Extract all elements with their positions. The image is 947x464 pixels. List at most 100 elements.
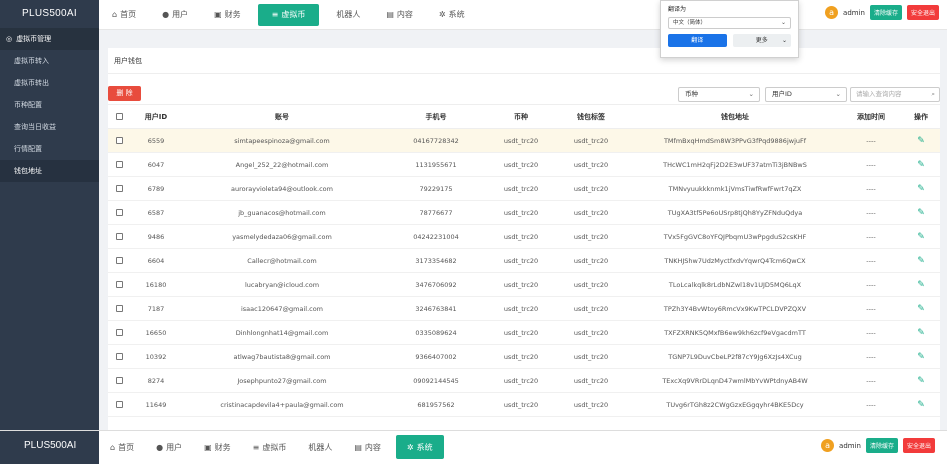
nav-label: 系统: [416, 442, 433, 452]
bottom-nav-users[interactable]: ● 用户: [145, 434, 193, 460]
row-checkbox[interactable]: [108, 344, 130, 369]
cell-wallet-address: TExcXq9VRrDLqnD47wmlMbYvWPtdnyAB4W: [630, 368, 840, 393]
cell-phone: 9366407002: [382, 344, 490, 369]
cell-added-time: ----: [840, 344, 902, 369]
avatar[interactable]: a: [825, 6, 839, 19]
cell-phone: 3476706092: [382, 272, 490, 297]
edit-icon[interactable]: ✎: [902, 392, 940, 417]
cell-account: Angel_252_22@hotmail.com: [182, 152, 382, 177]
cell-coin: usdt_trc20: [490, 152, 552, 177]
nav-label: 虚拟币: [281, 10, 306, 19]
cell-user-id: 11649: [130, 392, 182, 417]
nav-label: 机器人: [308, 442, 333, 452]
edit-icon[interactable]: ✎: [902, 176, 940, 201]
cell-added-time: ----: [840, 296, 902, 321]
username[interactable]: admin: [839, 442, 861, 450]
cell-coin: usdt_trc20: [490, 224, 552, 249]
sidebar-item-market-config[interactable]: 行情配置: [0, 138, 99, 160]
table-row: 6789 aurorayvioleta94@outlook.com 79229175…: [108, 176, 940, 201]
wallet-table: 用户ID 账号 手机号 币种 钱包标签 钱包地址 添加时间 操作 6559 sim…: [108, 104, 940, 417]
edit-icon[interactable]: ✎: [902, 272, 940, 297]
cell-wallet-tag: usdt_trc20: [552, 320, 630, 345]
edit-icon[interactable]: ✎: [902, 128, 940, 153]
row-checkbox[interactable]: [108, 296, 130, 321]
field-select-value: 用户ID: [772, 90, 792, 98]
logout-button[interactable]: 安全退出: [902, 438, 935, 453]
cell-coin: usdt_trc20: [490, 176, 552, 201]
currency-select[interactable]: 币种 ⌄: [678, 87, 760, 102]
cell-coin: usdt_trc20: [490, 392, 552, 417]
bottom-nav-system[interactable]: ✲ 系统: [395, 435, 444, 459]
row-checkbox[interactable]: [108, 320, 130, 345]
clear-cache-button[interactable]: 清除缓存: [865, 438, 898, 453]
cell-user-id: 7187: [130, 296, 182, 321]
cell-coin: usdt_trc20: [490, 320, 552, 345]
cell-user-id: 10392: [130, 344, 182, 369]
nav-virtual-currency[interactable]: ≡ 虚拟币: [257, 3, 320, 26]
sidebar-item-wallet-address[interactable]: 钱包地址: [0, 160, 99, 182]
delete-button[interactable]: 删 除: [108, 86, 141, 101]
row-checkbox[interactable]: [108, 152, 130, 177]
search-icon[interactable]: ⌕: [931, 88, 935, 101]
row-checkbox[interactable]: [108, 224, 130, 249]
translate-button[interactable]: 翻译: [668, 34, 727, 47]
edit-icon[interactable]: ✎: [902, 368, 940, 393]
home-icon: ⌂: [112, 10, 118, 19]
row-checkbox[interactable]: [108, 272, 130, 297]
nav-users[interactable]: ● 用户: [149, 0, 201, 30]
sidebar-item-withdraw[interactable]: 虚拟币转出: [0, 72, 99, 94]
translate-more-label: 更多: [755, 37, 768, 44]
nav-system[interactable]: ✲ 系统: [426, 0, 478, 30]
nav-home[interactable]: ⌂ 首页: [99, 0, 149, 30]
sidebar-item-currency-config[interactable]: 币种配置: [0, 94, 99, 116]
cell-wallet-tag: usdt_trc20: [552, 272, 630, 297]
table-row: 8274 Josephpunto27@gmail.com 09092144545 us…: [108, 368, 940, 393]
translate-language-select[interactable]: 中文（简体） ⌄: [668, 17, 791, 29]
nav-finance[interactable]: ▣ 财务: [201, 0, 254, 30]
logout-button[interactable]: 安全退出: [906, 5, 939, 20]
cell-wallet-tag: usdt_trc20: [552, 392, 630, 417]
header-phone: 手机号: [382, 104, 490, 129]
sidebar-group-virtual-currency[interactable]: ◎ 虚拟币管理: [0, 28, 99, 50]
bottom-nav-finance[interactable]: ▣ 财务: [193, 434, 242, 460]
bottom-nav-home[interactable]: ⌂ 首页: [99, 434, 145, 460]
table-row: 6587 jb_guanacos@hotmail.com 78776677 usdt_…: [108, 200, 940, 225]
select-all-checkbox[interactable]: [108, 104, 130, 129]
bottom-nav-robot[interactable]: 机器人: [297, 434, 343, 460]
nav-label: 内容: [364, 442, 381, 452]
currency-select-value: 币种: [685, 90, 698, 98]
row-checkbox[interactable]: [108, 128, 130, 153]
nav-robot[interactable]: 机器人: [323, 0, 373, 30]
edit-icon[interactable]: ✎: [902, 248, 940, 273]
translate-language-value: 中文（简体）: [673, 20, 707, 26]
header-account: 账号: [182, 104, 382, 129]
edit-icon[interactable]: ✎: [902, 320, 940, 345]
edit-icon[interactable]: ✎: [902, 200, 940, 225]
edit-icon[interactable]: ✎: [902, 296, 940, 321]
cell-added-time: ----: [840, 272, 902, 297]
row-checkbox[interactable]: [108, 392, 130, 417]
cell-account: atlwag7bautista8@gmail.com: [182, 344, 382, 369]
edit-icon[interactable]: ✎: [902, 152, 940, 177]
sidebar-item-daily-earnings[interactable]: 查询当日收益: [0, 116, 99, 138]
search-input[interactable]: 请输入查询内容 ⌕: [850, 87, 940, 102]
edit-icon[interactable]: ✎: [902, 224, 940, 249]
table-row: 16180 lucabryan@icloud.com 3476706092 usdt_…: [108, 272, 940, 297]
bottom-nav-virtual-currency[interactable]: ≡ 虚拟币: [242, 434, 298, 460]
sidebar-item-deposit[interactable]: 虚拟币转入: [0, 50, 99, 72]
bottom-nav-content[interactable]: ▤ 内容: [343, 434, 392, 460]
username[interactable]: admin: [843, 9, 865, 17]
avatar[interactable]: a: [821, 439, 835, 452]
row-checkbox[interactable]: [108, 176, 130, 201]
edit-icon[interactable]: ✎: [902, 344, 940, 369]
row-checkbox[interactable]: [108, 200, 130, 225]
row-checkbox[interactable]: [108, 248, 130, 273]
cell-user-id: 6604: [130, 248, 182, 273]
table-row: 6559 simtapeespinoza@gmail.com 04167728342…: [108, 128, 940, 153]
cell-wallet-address: TMfmBxqHmdSm8W3PPvG3fPqd9886jwjuFf: [630, 128, 840, 153]
clear-cache-button[interactable]: 清除缓存: [869, 5, 902, 20]
field-select[interactable]: 用户ID ⌄: [765, 87, 847, 102]
translate-more-button[interactable]: 更多 ⌄: [732, 34, 791, 47]
row-checkbox[interactable]: [108, 368, 130, 393]
nav-content[interactable]: ▤ 内容: [373, 0, 426, 30]
